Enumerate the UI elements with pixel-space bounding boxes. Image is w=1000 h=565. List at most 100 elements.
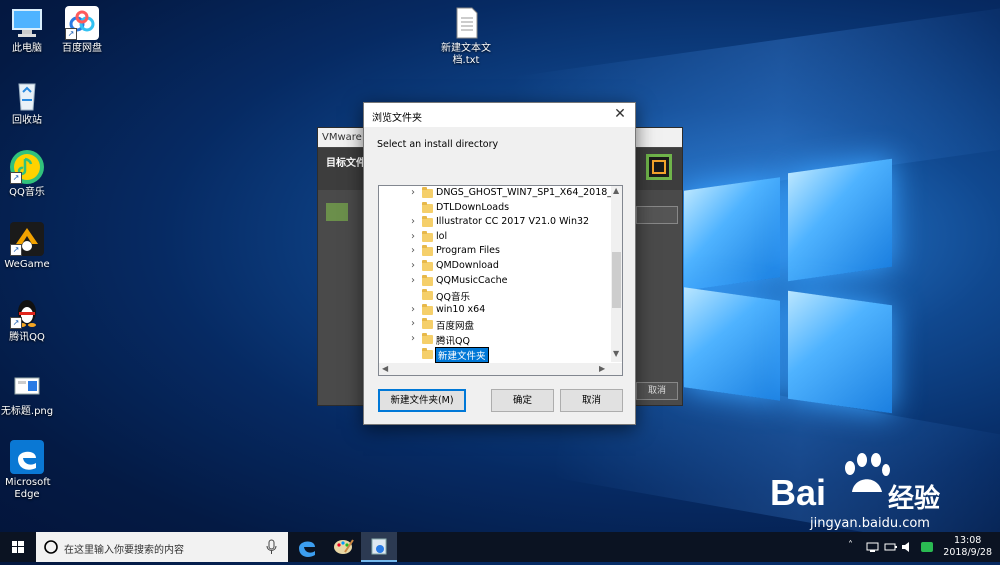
folder-tree-item[interactable]: › 百度网盘: [379, 317, 611, 332]
clock-date: 2018/9/28: [943, 547, 992, 558]
folder-tree-item[interactable]: 新建文件夹: [379, 346, 611, 363]
taskbar-edge[interactable]: [289, 532, 325, 562]
system-tray: ˄: [848, 532, 938, 562]
folder-tree-item[interactable]: DTLDownLoads: [379, 201, 611, 216]
folder-tree-item[interactable]: › Program Files: [379, 244, 611, 259]
shortcut-arrow-icon: ↗: [10, 317, 22, 329]
folder-tree[interactable]: › DNGS_GHOST_WIN7_SP1_X64_2018_0815 DTLDow…: [378, 185, 623, 376]
desktop-icon-tencent-qq[interactable]: ↗ 腾讯QQ: [0, 295, 59, 344]
close-icon[interactable]: ✕: [605, 103, 635, 127]
chevron-right-icon[interactable]: ›: [408, 318, 418, 329]
chevron-right-icon[interactable]: ›: [408, 187, 418, 198]
taskbar-search-box[interactable]: 在这里输入你要搜索的内容: [36, 532, 288, 562]
desktop-icon-edge[interactable]: Microsoft Edge: [0, 440, 59, 501]
folder-name: Program Files: [436, 245, 500, 257]
scroll-down-icon[interactable]: ▼: [613, 349, 619, 358]
shortcut-arrow-icon: ↗: [65, 28, 77, 40]
horizontal-scrollbar[interactable]: ◀ ▶: [379, 363, 622, 375]
microphone-icon[interactable]: [266, 532, 278, 562]
folder-icon: [422, 347, 433, 359]
folder-tree-item[interactable]: › QQMusicCache: [379, 274, 611, 289]
folder-name: Illustrator CC 2017 V21.0 Win32: [436, 216, 590, 228]
chevron-right-icon[interactable]: ›: [408, 245, 418, 256]
desktop-icon-label: 无标题.png: [0, 406, 54, 417]
folder-name: win10 x64: [436, 303, 486, 315]
desktop-icon-baidu-netdisk[interactable]: ↗ 百度网盘: [50, 6, 114, 55]
chevron-right-icon[interactable]: ›: [408, 304, 418, 315]
cortana-circle-icon: [44, 540, 58, 554]
folder-name: 腾讯QQ: [436, 336, 470, 347]
installer-folder-icon: [326, 203, 348, 221]
battery-icon[interactable]: [884, 532, 898, 562]
desktop-icon-recycle-bin[interactable]: 回收站: [0, 78, 59, 127]
folder-name: 百度网盘: [436, 321, 475, 333]
desktop-icon-qq-music[interactable]: ↗ QQ音乐: [0, 150, 59, 199]
folder-name: QQMusicCache: [436, 274, 508, 286]
folder-icon: [422, 318, 433, 330]
window-heading: 目标文件: [326, 158, 366, 169]
folder-tree-item[interactable]: QQ音乐: [379, 288, 611, 303]
paint-icon: [334, 539, 354, 554]
desktop-icon-label: 腾讯QQ: [9, 332, 45, 343]
folder-name: DNGS_GHOST_WIN7_SP1_X64_2018_0815: [436, 187, 623, 198]
chevron-right-icon[interactable]: ›: [408, 260, 418, 271]
desktop-icon-text-file[interactable]: 新建文本文档.txt: [434, 6, 498, 67]
text-file-icon: [449, 6, 483, 40]
scroll-up-icon[interactable]: ▲: [613, 186, 619, 195]
taskbar-paint[interactable]: [325, 532, 361, 562]
folder-tree-item[interactable]: › Illustrator CC 2017 V21.0 Win32: [379, 215, 611, 230]
wegame-icon: ↗: [10, 222, 44, 256]
new-folder-button[interactable]: 新建文件夹(M): [378, 389, 466, 412]
edge-icon: [10, 440, 44, 474]
desktop-icon-untitled-png[interactable]: 无标题.png: [0, 369, 59, 418]
scrollbar-thumb[interactable]: [612, 252, 621, 308]
cancel-button[interactable]: 取消: [636, 382, 678, 400]
network-icon[interactable]: [866, 532, 880, 562]
shortcut-arrow-icon: ↗: [10, 244, 22, 256]
chevron-right-icon[interactable]: ›: [408, 275, 418, 286]
folder-name: QMDownload: [436, 260, 499, 271]
windows-start-icon: [12, 541, 24, 553]
change-button[interactable]: [636, 206, 678, 224]
folder-name-edit-field[interactable]: 新建文件夹: [435, 346, 489, 363]
cancel-label: 取消: [647, 386, 666, 396]
chevron-right-icon[interactable]: ›: [408, 216, 418, 227]
folder-icon: [422, 274, 433, 286]
browse-folder-dialog[interactable]: 浏览文件夹 ✕ Select an install directory › DNG…: [363, 102, 636, 425]
start-button[interactable]: [0, 532, 36, 562]
dialog-title: 浏览文件夹: [372, 113, 422, 124]
folder-name: lol: [436, 230, 448, 242]
folder-icon: [422, 260, 433, 271]
folder-tree-item[interactable]: › lol: [379, 230, 611, 245]
chevron-right-icon[interactable]: ›: [408, 333, 418, 344]
desktop-icon-label: Microsoft Edge: [5, 477, 51, 500]
image-file-icon: [10, 369, 44, 403]
vertical-scrollbar[interactable]: ▲ ▼: [611, 186, 622, 362]
desktop-icon-wegame[interactable]: ↗ WeGame: [0, 222, 59, 271]
taskbar-clock[interactable]: 13:08 2018/9/28: [943, 535, 992, 559]
dialog-titlebar[interactable]: 浏览文件夹 ✕: [364, 103, 635, 127]
ok-button[interactable]: 确定: [491, 389, 554, 412]
taskbar-vmware-installer[interactable]: [361, 532, 397, 562]
cancel-button[interactable]: 取消: [560, 389, 623, 412]
folder-icon: [422, 201, 433, 213]
clock-time: 13:08: [953, 535, 982, 546]
folder-tree-item[interactable]: › QMDownload: [379, 259, 611, 274]
chevron-up-icon[interactable]: ˄: [848, 540, 853, 551]
scroll-left-icon[interactable]: ◀: [382, 364, 388, 373]
folder-tree-item[interactable]: › win10 x64: [379, 303, 611, 318]
baidu-paw-icon: [845, 453, 890, 492]
folder-icon: [422, 333, 433, 344]
scroll-right-icon[interactable]: ▶: [599, 364, 605, 373]
folder-tree-item[interactable]: › DNGS_GHOST_WIN7_SP1_X64_2018_0815: [379, 186, 622, 201]
volume-icon[interactable]: [900, 532, 914, 562]
folder-name: DTLDownLoads: [436, 201, 510, 213]
folder-tree-item[interactable]: › 腾讯QQ: [379, 332, 611, 347]
folder-name: QQ音乐: [436, 292, 470, 304]
chevron-right-icon[interactable]: ›: [408, 231, 418, 242]
windows-logo: [684, 148, 896, 438]
qq-penguin-icon: ↗: [10, 295, 44, 329]
watermark-brand: Bai: [770, 472, 827, 513]
vmware-logo-icon: [646, 154, 672, 180]
tray-app-icon[interactable]: [920, 532, 934, 562]
